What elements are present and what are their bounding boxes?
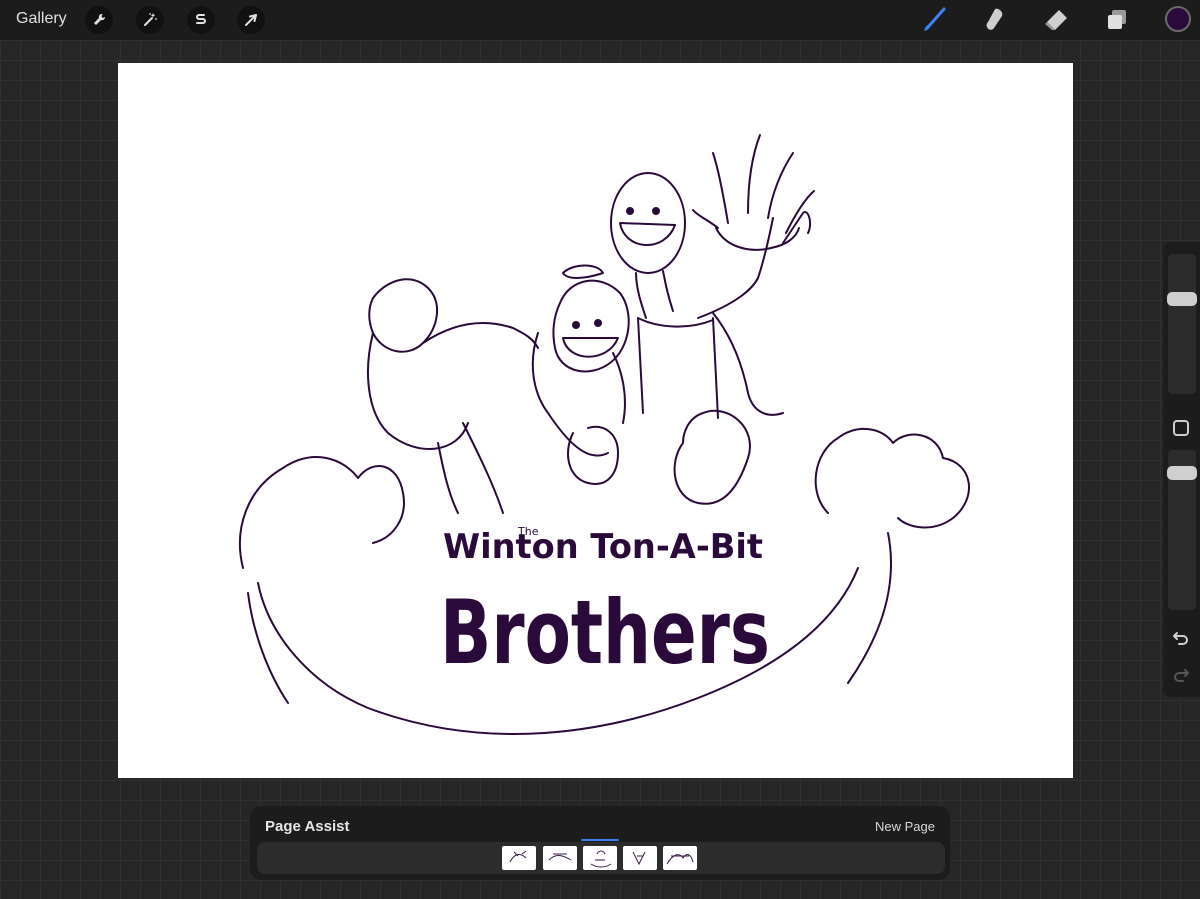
selection-button[interactable]: [187, 6, 215, 34]
opacity-thumb[interactable]: [1167, 466, 1197, 480]
page-thumbnail-strip: [257, 842, 945, 874]
eraser-tool[interactable]: [1042, 6, 1070, 34]
right-sidebar: [1163, 242, 1200, 697]
transform-button[interactable]: [237, 6, 265, 34]
title-line2-text: Brothers: [440, 581, 770, 684]
gallery-button[interactable]: Gallery: [16, 10, 67, 28]
page-assist-panel: Page Assist New Page: [250, 806, 950, 880]
layers-icon: [1108, 10, 1126, 29]
page-thumbnail[interactable]: [543, 846, 577, 870]
redo-icon[interactable]: [1171, 664, 1191, 684]
drawing-canvas[interactable]: The Winton Ton-A-Bit Brothers: [118, 63, 1073, 778]
adjustments-button[interactable]: [136, 6, 164, 34]
top-toolbar: Gallery: [0, 0, 1200, 40]
undo-icon[interactable]: [1171, 627, 1191, 647]
page-thumbnail-active[interactable]: [583, 846, 617, 870]
eraser-icon: [1045, 10, 1067, 30]
modify-button[interactable]: [1173, 420, 1189, 436]
brush-tool[interactable]: [920, 6, 948, 34]
actions-button[interactable]: [85, 6, 113, 34]
page-assist-title: Page Assist: [265, 818, 350, 835]
new-page-button[interactable]: New Page: [875, 819, 935, 834]
title-line1-text: Winton Ton-A-Bit: [443, 527, 763, 567]
arrow-cursor-icon: [245, 14, 257, 26]
page-thumbnail[interactable]: [623, 846, 657, 870]
smudge-tool[interactable]: [980, 6, 1008, 34]
sketch-artwork: The Winton Ton-A-Bit Brothers: [239, 134, 970, 736]
brush-size-slider[interactable]: [1167, 254, 1197, 394]
brush-icon: [924, 7, 946, 31]
page-thumbnail[interactable]: [663, 846, 697, 870]
wrench-icon: [94, 13, 106, 25]
brush-size-thumb[interactable]: [1167, 292, 1197, 306]
layers-button[interactable]: [1103, 6, 1131, 34]
magic-wand-icon: [144, 13, 157, 26]
opacity-slider[interactable]: [1167, 450, 1197, 610]
color-picker-button[interactable]: [1165, 6, 1191, 32]
smudge-icon: [986, 8, 1003, 30]
selection-s-icon: [196, 14, 206, 24]
page-thumbnail[interactable]: [502, 846, 536, 870]
active-page-indicator: [581, 839, 619, 841]
